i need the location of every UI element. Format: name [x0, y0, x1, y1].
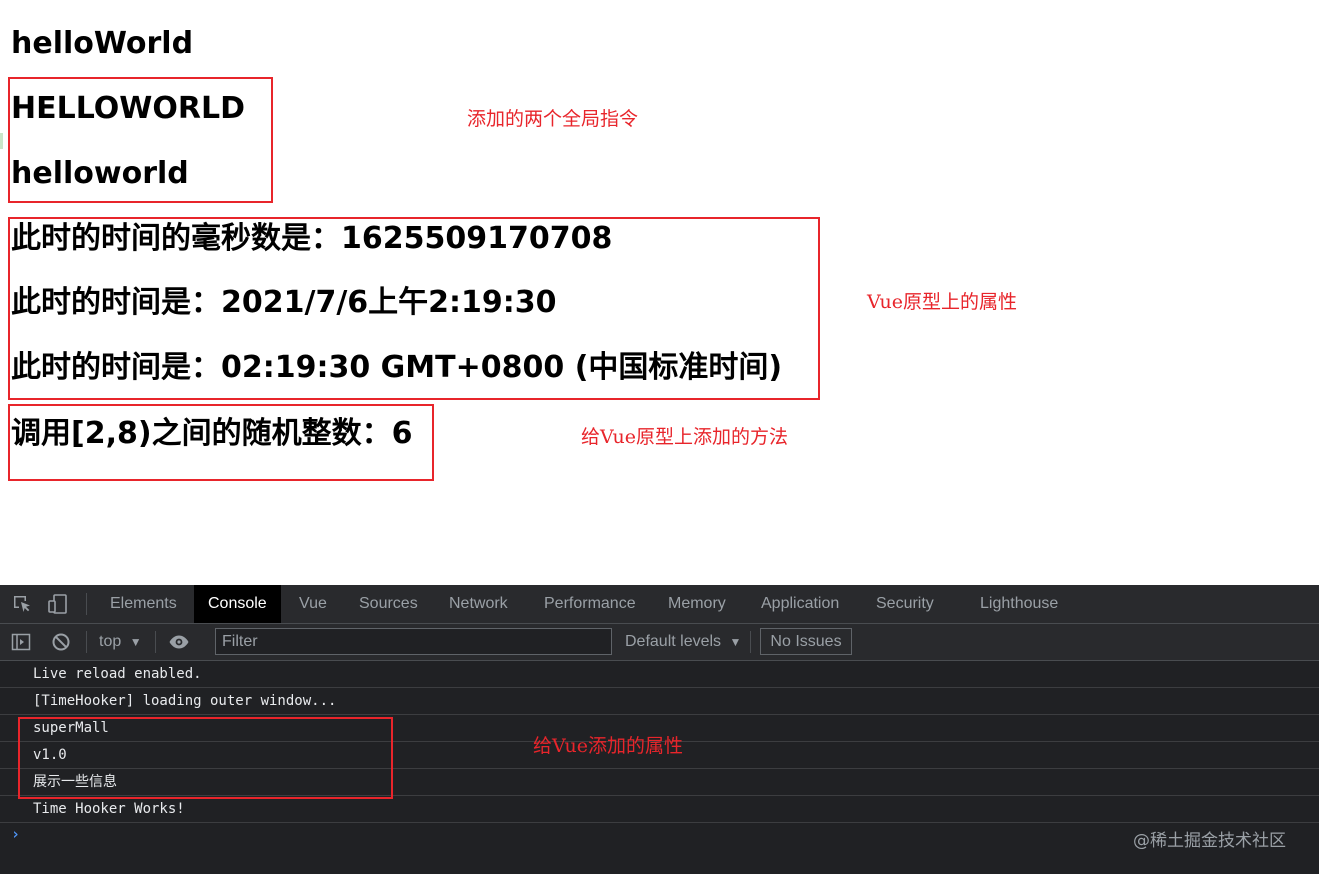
context-selector[interactable]: top ▼: [99, 624, 142, 660]
tab-elements[interactable]: Elements: [96, 585, 191, 623]
tab-network[interactable]: Network: [435, 585, 522, 623]
log-levels-label: Default levels: [625, 633, 722, 650]
sidebar-toggle-icon[interactable]: [10, 631, 32, 653]
tab-sources[interactable]: Sources: [345, 585, 432, 623]
toolbar-separator: [155, 631, 156, 653]
device-toggle-icon[interactable]: [48, 594, 68, 614]
highlight-box-prototype-method: [8, 404, 434, 481]
highlight-box-prototype-props: [8, 217, 820, 400]
toolbar-separator: [750, 631, 751, 653]
highlight-box-directives: [8, 77, 273, 203]
console-line: [TimeHooker] loading outer window...: [0, 688, 1319, 715]
devtools-tab-bar: Elements Console Vue Sources Network Per…: [0, 585, 1319, 624]
annotation-prototype-props: Vue原型上的属性: [867, 291, 1017, 313]
inspect-element-icon[interactable]: [12, 594, 32, 614]
devtools-panel: Elements Console Vue Sources Network Per…: [0, 585, 1319, 874]
tab-vue[interactable]: Vue: [285, 585, 341, 623]
tab-lighthouse[interactable]: Lighthouse: [966, 585, 1072, 623]
context-selector-value: top: [99, 633, 122, 650]
console-filter-input[interactable]: [215, 628, 612, 655]
toolbar-separator: [86, 631, 87, 653]
tab-console[interactable]: Console: [194, 585, 281, 623]
chevron-down-icon: ▼: [729, 635, 742, 649]
chevron-down-icon: ▼: [129, 635, 142, 649]
tab-performance[interactable]: Performance: [530, 585, 650, 623]
annotation-vue-props: 给Vue添加的属性: [533, 735, 683, 757]
tab-security[interactable]: Security: [862, 585, 948, 623]
console-line: Time Hooker Works!: [0, 796, 1319, 823]
annotation-directives: 添加的两个全局指令: [467, 108, 639, 130]
annotation-prototype-method: 给Vue原型上添加的方法: [581, 426, 788, 448]
console-prompt-icon[interactable]: ›: [11, 825, 20, 843]
tab-application[interactable]: Application: [747, 585, 853, 623]
highlight-box-vue-props: [18, 717, 393, 799]
console-line: Live reload enabled.: [0, 661, 1319, 688]
tab-memory[interactable]: Memory: [654, 585, 740, 623]
console-toolbar: top ▼ Default levels ▼ No Issues: [0, 624, 1319, 661]
page-content: helloWorld HELLOWORLD helloworld 此时的时间的毫…: [0, 0, 1319, 585]
eye-icon[interactable]: [168, 631, 190, 653]
watermark: @稀土掘金技术社区: [1133, 831, 1286, 851]
heading-hello-world: helloWorld: [11, 26, 194, 61]
tab-separator: [86, 593, 87, 615]
issues-button[interactable]: No Issues: [760, 628, 852, 655]
clear-console-icon[interactable]: [50, 631, 72, 653]
log-levels-dropdown[interactable]: Default levels ▼: [625, 624, 741, 660]
scroll-marker: [0, 133, 3, 149]
